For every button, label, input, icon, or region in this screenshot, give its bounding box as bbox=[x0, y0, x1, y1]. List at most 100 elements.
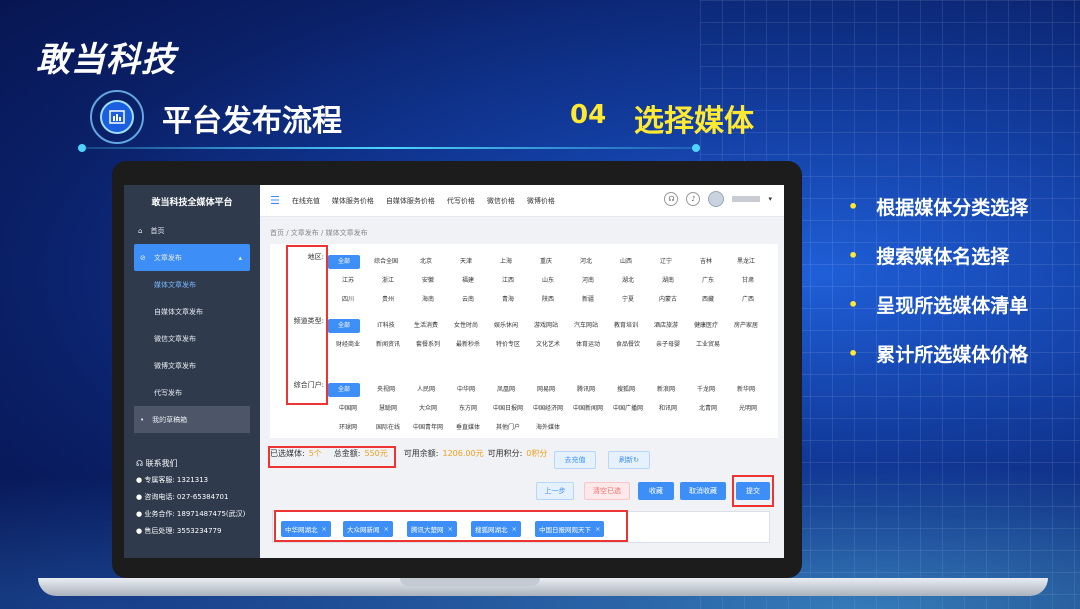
filter-option[interactable]: 东方网 bbox=[448, 399, 488, 418]
sidebar-item-self-media[interactable]: 自媒体文章发布 bbox=[124, 298, 260, 325]
favorite-button[interactable]: 收藏 bbox=[638, 482, 674, 500]
filter-option[interactable]: 房产家居 bbox=[726, 316, 766, 335]
sidebar-item-article-publish[interactable]: ⊘ 文章发布 ▴ bbox=[134, 244, 250, 271]
avatar[interactable] bbox=[708, 191, 725, 207]
nav-item[interactable]: 在线充值 bbox=[292, 196, 320, 206]
sidebar-item-drafts[interactable]: • 我的草稿箱 bbox=[134, 406, 250, 433]
headset-icon[interactable]: ☊ bbox=[664, 192, 679, 206]
filter-option[interactable]: 健康医疗 bbox=[686, 316, 726, 335]
filter-option[interactable]: 国际在线 bbox=[368, 418, 408, 437]
filter-option[interactable]: 浙江 bbox=[368, 271, 408, 290]
filter-option[interactable]: 腾讯网 bbox=[566, 380, 606, 399]
filter-option[interactable]: 教育培训 bbox=[606, 316, 646, 335]
nav-item[interactable]: 媒体服务价格 bbox=[332, 196, 374, 206]
filter-option[interactable]: 人民网 bbox=[406, 380, 446, 399]
filter-option[interactable]: 千龙网 bbox=[686, 380, 726, 399]
filter-option[interactable]: 北京 bbox=[406, 252, 446, 271]
filter-option[interactable]: 河北 bbox=[566, 252, 606, 271]
filter-option[interactable]: 山东 bbox=[528, 271, 568, 290]
filter-option[interactable]: 江苏 bbox=[328, 271, 368, 290]
filter-option[interactable]: 山西 bbox=[606, 252, 646, 271]
filter-option[interactable]: 娱乐休闲 bbox=[486, 316, 526, 335]
filter-option[interactable]: 游戏网站 bbox=[526, 316, 566, 335]
filter-option[interactable]: 陕西 bbox=[528, 290, 568, 309]
filter-option[interactable]: 湖北 bbox=[608, 271, 648, 290]
filter-option[interactable]: 海南 bbox=[408, 290, 448, 309]
filter-option[interactable]: 全部 bbox=[328, 255, 360, 269]
filter-option[interactable]: 重庆 bbox=[526, 252, 566, 271]
sidebar-item-weibo[interactable]: 微博文章发布 bbox=[124, 352, 260, 379]
clear-selected-button[interactable]: 清空已选 bbox=[584, 482, 630, 500]
filter-option[interactable]: 最新秒杀 bbox=[448, 335, 488, 354]
filter-option[interactable]: IT科技 bbox=[366, 316, 406, 335]
filter-option[interactable]: 财经商业 bbox=[328, 335, 368, 354]
filter-option[interactable]: 西藏 bbox=[688, 290, 728, 309]
filter-option[interactable]: 云南 bbox=[448, 290, 488, 309]
filter-option[interactable]: 套餐系列 bbox=[408, 335, 448, 354]
filter-option[interactable]: 上海 bbox=[486, 252, 526, 271]
bell-icon[interactable]: ♪ bbox=[686, 192, 701, 206]
filter-option[interactable]: 河南 bbox=[568, 271, 608, 290]
prev-step-button[interactable]: 上一步 bbox=[536, 482, 574, 500]
filter-option[interactable]: 广西 bbox=[728, 290, 768, 309]
filter-option[interactable]: 内蒙古 bbox=[648, 290, 688, 309]
filter-option[interactable]: 综合全国 bbox=[366, 252, 406, 271]
filter-option[interactable]: 酒店旅游 bbox=[646, 316, 686, 335]
filter-option[interactable]: 广东 bbox=[688, 271, 728, 290]
filter-option[interactable]: 搜狐网 bbox=[606, 380, 646, 399]
filter-option[interactable]: 全部 bbox=[328, 319, 360, 333]
filter-option[interactable]: 体育运动 bbox=[568, 335, 608, 354]
filter-option[interactable]: 宁夏 bbox=[608, 290, 648, 309]
filter-option[interactable]: 央视网 bbox=[366, 380, 406, 399]
filter-option[interactable]: 网易网 bbox=[526, 380, 566, 399]
filter-option[interactable]: 新浪网 bbox=[646, 380, 686, 399]
filter-option[interactable]: 中国日报网 bbox=[488, 399, 528, 418]
filter-option[interactable]: 和讯网 bbox=[648, 399, 688, 418]
sidebar-item-ghostwrite[interactable]: 代写发布 bbox=[124, 379, 260, 406]
filter-option[interactable]: 中华网 bbox=[446, 380, 486, 399]
filter-option[interactable]: 北青网 bbox=[688, 399, 728, 418]
filter-option[interactable]: 光明网 bbox=[728, 399, 768, 418]
refresh-button[interactable]: 刷新 ↻ bbox=[608, 451, 650, 469]
nav-item[interactable]: 代写价格 bbox=[447, 196, 475, 206]
filter-option[interactable]: 凤凰网 bbox=[486, 380, 526, 399]
filter-option[interactable]: 中国经济网 bbox=[528, 399, 568, 418]
filter-option[interactable]: 新闻资讯 bbox=[368, 335, 408, 354]
filter-option[interactable]: 文化艺术 bbox=[528, 335, 568, 354]
filter-option[interactable]: 黑龙江 bbox=[726, 252, 766, 271]
filter-option[interactable]: 大众网 bbox=[408, 399, 448, 418]
sidebar-item-media-article[interactable]: 媒体文章发布 bbox=[124, 271, 260, 298]
filter-option[interactable]: 中国青年网 bbox=[408, 418, 448, 437]
filter-option[interactable]: 新华网 bbox=[726, 380, 766, 399]
filter-option[interactable]: 女性时尚 bbox=[446, 316, 486, 335]
sidebar-item-wechat[interactable]: 微信文章发布 bbox=[124, 325, 260, 352]
filter-option[interactable]: 中国网 bbox=[328, 399, 368, 418]
filter-option[interactable]: 四川 bbox=[328, 290, 368, 309]
filter-option[interactable]: 慧聪网 bbox=[368, 399, 408, 418]
filter-option[interactable]: 生活消费 bbox=[406, 316, 446, 335]
filter-option[interactable]: 汽车网站 bbox=[566, 316, 606, 335]
filter-option[interactable]: 特价专区 bbox=[488, 335, 528, 354]
recharge-button[interactable]: 去充值 bbox=[554, 451, 596, 469]
filter-option[interactable]: 吉林 bbox=[686, 252, 726, 271]
filter-option[interactable]: 天津 bbox=[446, 252, 486, 271]
filter-option[interactable]: 青海 bbox=[488, 290, 528, 309]
filter-option[interactable]: 福建 bbox=[448, 271, 488, 290]
filter-option[interactable]: 环球网 bbox=[328, 418, 368, 437]
filter-option[interactable]: 工业贸易 bbox=[688, 335, 728, 354]
filter-option[interactable]: 辽宁 bbox=[646, 252, 686, 271]
chevron-down-icon[interactable]: ▾ bbox=[768, 195, 772, 203]
filter-option[interactable]: 海外媒体 bbox=[528, 418, 568, 437]
nav-item[interactable]: 自媒体服务价格 bbox=[386, 196, 435, 206]
filter-option[interactable]: 安徽 bbox=[408, 271, 448, 290]
filter-option[interactable]: 江西 bbox=[488, 271, 528, 290]
filter-option[interactable]: 垂直媒体 bbox=[448, 418, 488, 437]
unfavorite-button[interactable]: 取消收藏 bbox=[680, 482, 726, 500]
filter-option[interactable]: 中国广播网 bbox=[608, 399, 648, 418]
filter-option[interactable]: 全部 bbox=[328, 383, 360, 397]
filter-option[interactable]: 甘肃 bbox=[728, 271, 768, 290]
menu-icon[interactable]: ☰ bbox=[270, 194, 280, 207]
filter-option[interactable]: 湖南 bbox=[648, 271, 688, 290]
sidebar-item-home[interactable]: ⌂ 首页 bbox=[124, 217, 260, 244]
filter-option[interactable]: 新疆 bbox=[568, 290, 608, 309]
